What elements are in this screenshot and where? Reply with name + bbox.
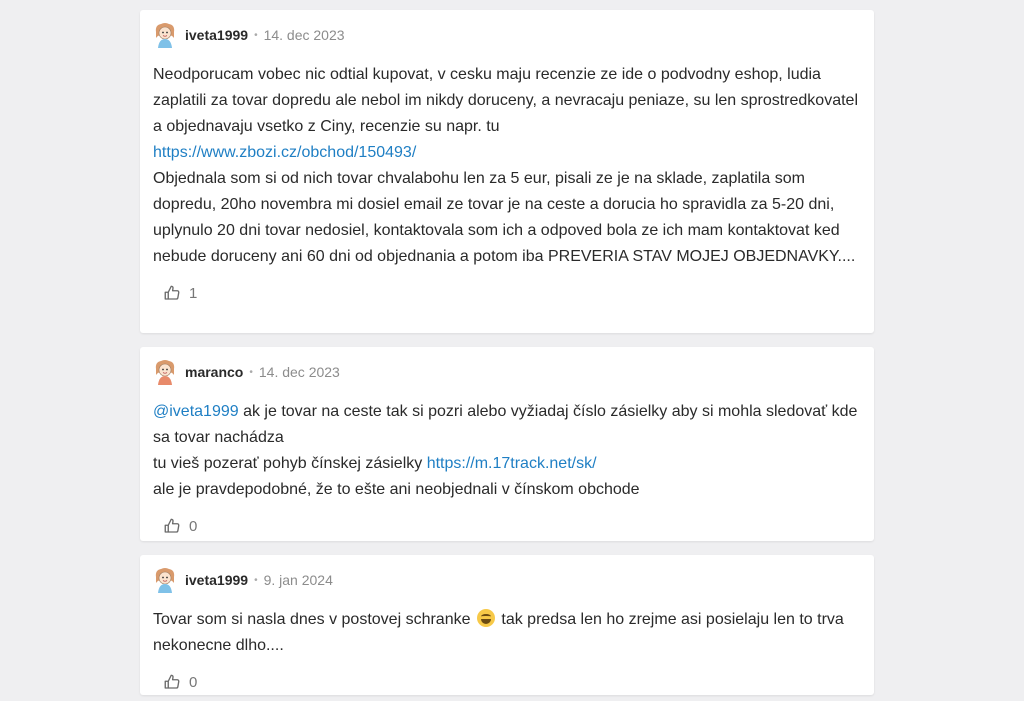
comment-meta: maranco • 14. dec 2023 [153,359,861,385]
tracking-link[interactable]: https://m.17track.net/sk/ [427,455,597,472]
meta-separator: • [249,366,253,378]
comment-text: Tovar som si nasla dnes v postovej schra… [153,611,475,628]
comment-actions: 0 [163,515,861,537]
comment-actions: 1 [163,282,861,304]
comment-date: 14. dec 2023 [263,27,345,43]
comment-body: @iveta1999 ak je tovar na ceste tak si p… [153,399,861,503]
comment-meta: iveta1999 • 14. dec 2023 [153,22,861,48]
username[interactable]: maranco [185,364,243,380]
like-button[interactable]: 1 [163,284,197,302]
mention-link[interactable]: @iveta1999 [153,403,239,420]
like-button[interactable]: 0 [163,517,197,535]
joy-emoji-icon [476,609,495,627]
comment-actions: 0 [163,671,861,693]
username[interactable]: iveta1999 [185,27,248,43]
comment-text: ale je pravdepodobné, že to ešte ani neo… [153,481,640,498]
like-button[interactable]: 0 [163,673,197,691]
meta-separator: • [254,574,258,586]
comment-text: Neodporucam vobec nic odtial kupovat, v … [153,66,858,135]
comment-meta: iveta1999 • 9. jan 2024 [153,567,861,593]
username[interactable]: iveta1999 [185,572,248,588]
avatar[interactable] [153,567,177,593]
like-count: 0 [189,517,198,535]
comment-body: Neodporucam vobec nic odtial kupovat, v … [153,62,861,270]
comment-card: maranco • 14. dec 2023 @iveta1999 ak je … [140,347,874,541]
comment-body: Tovar som si nasla dnes v postovej schra… [153,607,861,659]
comment-card: iveta1999 • 14. dec 2023 Neodporucam vob… [140,10,874,333]
comment-card: iveta1999 • 9. jan 2024 Tovar som si nas… [140,555,874,695]
comment-text: tu vieš pozerať pohyb čínskej zásielky [153,455,427,472]
avatar[interactable] [153,359,177,385]
thumbs-up-icon [164,518,180,533]
thumbs-up-icon [164,674,180,689]
comment-feed: iveta1999 • 14. dec 2023 Neodporucam vob… [140,10,874,695]
comment-date: 14. dec 2023 [258,364,340,380]
meta-separator: • [254,29,258,41]
comment-text: ak je tovar na ceste tak si pozri alebo … [153,403,858,446]
review-link[interactable]: https://www.zbozi.cz/obchod/150493/ [153,144,416,161]
comment-date: 9. jan 2024 [263,572,333,588]
like-count: 1 [189,284,198,302]
avatar[interactable] [153,22,177,48]
comment-text: Objednala som si od nich tovar chvalaboh… [153,170,856,265]
thumbs-up-icon [164,285,180,300]
like-count: 0 [189,673,198,691]
